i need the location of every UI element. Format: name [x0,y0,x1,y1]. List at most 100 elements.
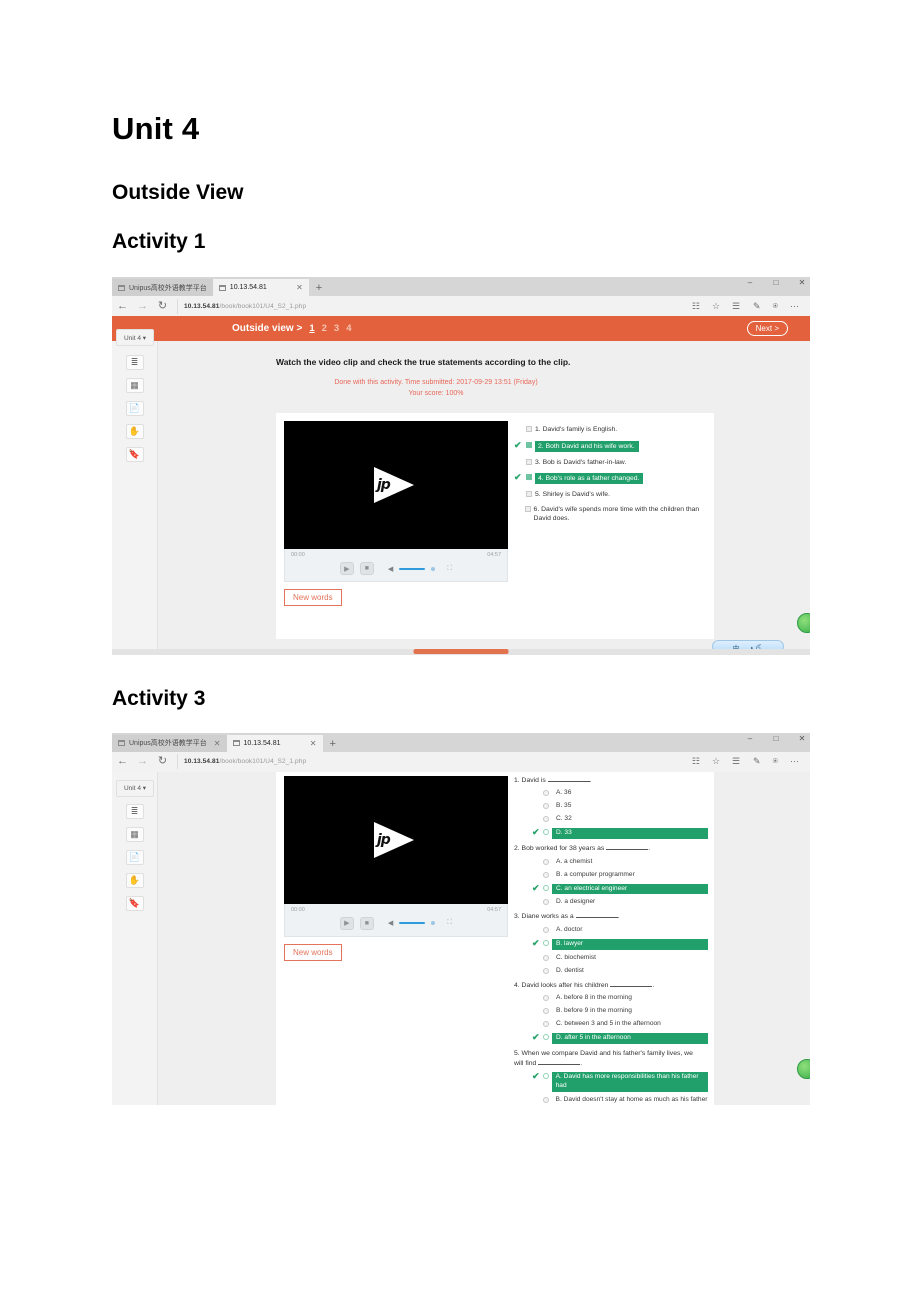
volume-slider[interactable] [399,922,426,925]
maximize-icon[interactable]: □ [770,734,782,743]
option-row[interactable]: ✔ D. a designer [532,898,708,907]
radio-button[interactable] [543,829,549,836]
list-item[interactable]: ✔ 5. Shirley is David's wife. [514,490,706,499]
option-row[interactable]: ✔ A. before 8 in the morning [532,994,708,1003]
option-row[interactable]: ✔ D. dentist [532,967,708,976]
share-icon[interactable]: ⍟ [773,301,778,312]
volume-icon[interactable]: ◀ [388,919,393,927]
radio-button[interactable] [543,967,549,974]
fullscreen-icon[interactable]: ⛶ [447,919,452,927]
option-row[interactable]: ✔ B. before 9 in the morning [532,1007,708,1016]
list-icon[interactable]: ≣ [125,355,144,371]
book-icon[interactable]: ▦ [125,378,144,394]
checkbox[interactable] [524,506,531,513]
radio-button[interactable] [543,871,549,878]
radio-button[interactable] [543,939,549,946]
checkbox[interactable] [526,426,532,433]
list-item[interactable]: ✔ 4. Bob's role as a father changed. [514,472,706,485]
page-tab-2[interactable]: 2 [322,323,327,334]
list-item[interactable]: ✔ 6. David's wife spends more time with … [514,505,702,523]
list-icon[interactable]: ≣ [125,803,144,819]
radio-button[interactable] [543,995,549,1002]
unit-selector-button[interactable]: Unit 4 ▾ [116,779,154,797]
volume-slider[interactable] [399,567,426,570]
minimize-icon[interactable]: – [744,278,756,287]
unit-selector-button[interactable]: Unit 4 ▾ [116,329,154,347]
video-player[interactable]: jp 00:00 04:57 ▶ ■ ◀ ⛶ [284,775,508,937]
share-icon[interactable]: ⍟ [773,756,778,767]
browser-tab-unipus[interactable]: Unipus高校外语教学平台 ✕ [112,734,227,752]
hand-icon[interactable]: ✋ [125,872,144,888]
close-icon[interactable]: ✕ [796,278,808,287]
close-icon[interactable]: ✕ [214,739,221,748]
web-note-icon[interactable]: ✎ [753,301,761,312]
radio-button[interactable] [543,1021,549,1028]
hub-icon[interactable]: ☰ [732,301,741,312]
video-surface[interactable]: jp [284,421,508,550]
book-icon[interactable]: ▦ [125,826,144,842]
play-button-overlay-icon[interactable]: jp [374,821,418,858]
option-row[interactable]: ✔ A. David has more responsibilities than… [532,1072,708,1093]
stop-icon[interactable]: ■ [359,562,374,576]
play-icon[interactable]: ▶ [339,562,354,576]
refresh-icon[interactable]: ↻ [157,300,168,312]
fullscreen-icon[interactable]: ⛶ [447,565,452,573]
new-tab-button[interactable]: + [309,280,329,296]
hub-icon[interactable]: ☰ [732,756,741,767]
stop-icon[interactable]: ■ [359,916,374,930]
list-item[interactable]: ✔ 2. Both David and his wife work. [514,440,706,452]
radio-button[interactable] [543,790,549,797]
back-icon[interactable]: ← [117,756,128,767]
address-bar[interactable]: 10.13.54.81/book/book101/U4_S2_1.php [177,298,677,314]
page-tab-1[interactable]: 1 [309,323,314,334]
option-row[interactable]: ✔ C. between 3 and 5 in the afternoon [532,1020,708,1029]
radio-button[interactable] [543,803,549,810]
play-icon[interactable]: ▶ [339,916,354,930]
reading-view-icon[interactable]: ☷ [692,301,700,312]
new-tab-button[interactable]: + [323,736,343,752]
radio-button[interactable] [543,954,549,961]
document-icon[interactable]: 📄 [125,401,144,417]
option-row[interactable]: ✔ A. doctor [532,926,708,935]
radio-button[interactable] [543,899,549,906]
option-row[interactable]: ✔ D. after 5 in the afternoon [532,1033,708,1045]
address-bar[interactable]: 10.13.54.81/book/book101/U4_S2_1.php [177,754,677,770]
radio-button[interactable] [543,926,549,933]
favorite-star-icon[interactable]: ☆ [712,301,720,312]
volume-icon[interactable]: ◀ [388,565,393,573]
close-icon[interactable]: ✕ [310,739,317,748]
video-player[interactable]: jp 00:00 04:57 ▶ ■ ◀ ⛶ [284,421,508,583]
option-row[interactable]: ✔ B. 35 [532,802,708,811]
close-icon[interactable]: ✕ [296,283,303,292]
option-row[interactable]: ✔ B. a computer programmer [532,871,708,880]
radio-button[interactable] [543,1008,549,1015]
volume-handle[interactable] [431,566,436,571]
option-row[interactable]: ✔ C. 32 [532,815,708,824]
option-row[interactable]: ✔ A. 36 [532,789,708,798]
video-surface[interactable]: jp [284,775,508,904]
forward-icon[interactable]: → [137,300,148,312]
radio-button[interactable] [543,816,549,823]
bookmark-icon[interactable]: 🔖 [125,447,144,463]
new-words-button[interactable]: New words [284,943,342,961]
option-row[interactable]: ✔ B. David doesn't stay at home as much a… [532,1096,708,1105]
close-icon[interactable]: ✕ [796,734,808,743]
browser-tab-ip[interactable]: 10.13.54.81 ✕ [226,734,323,752]
web-note-icon[interactable]: ✎ [753,756,761,767]
volume-handle[interactable] [431,921,436,926]
checkbox[interactable] [526,441,532,448]
radio-button[interactable] [543,1034,549,1041]
option-row[interactable]: ✔ D. 33 [532,828,708,840]
browser-tab-ip[interactable]: 10.13.54.81 ✕ [212,279,309,297]
browser-tab-unipus[interactable]: Unipus高校外语教学平台 [112,279,213,297]
floating-help-button[interactable] [797,1058,810,1079]
maximize-icon[interactable]: □ [770,278,782,287]
radio-button[interactable] [543,884,549,891]
checkbox[interactable] [526,491,532,498]
back-icon[interactable]: ← [117,300,128,312]
checkbox[interactable] [526,473,532,480]
refresh-icon[interactable]: ↻ [157,756,168,767]
bottom-scroll-indicator[interactable] [112,649,810,656]
scroll-thumb[interactable] [413,649,509,655]
page-tab-3[interactable]: 3 [334,323,339,334]
